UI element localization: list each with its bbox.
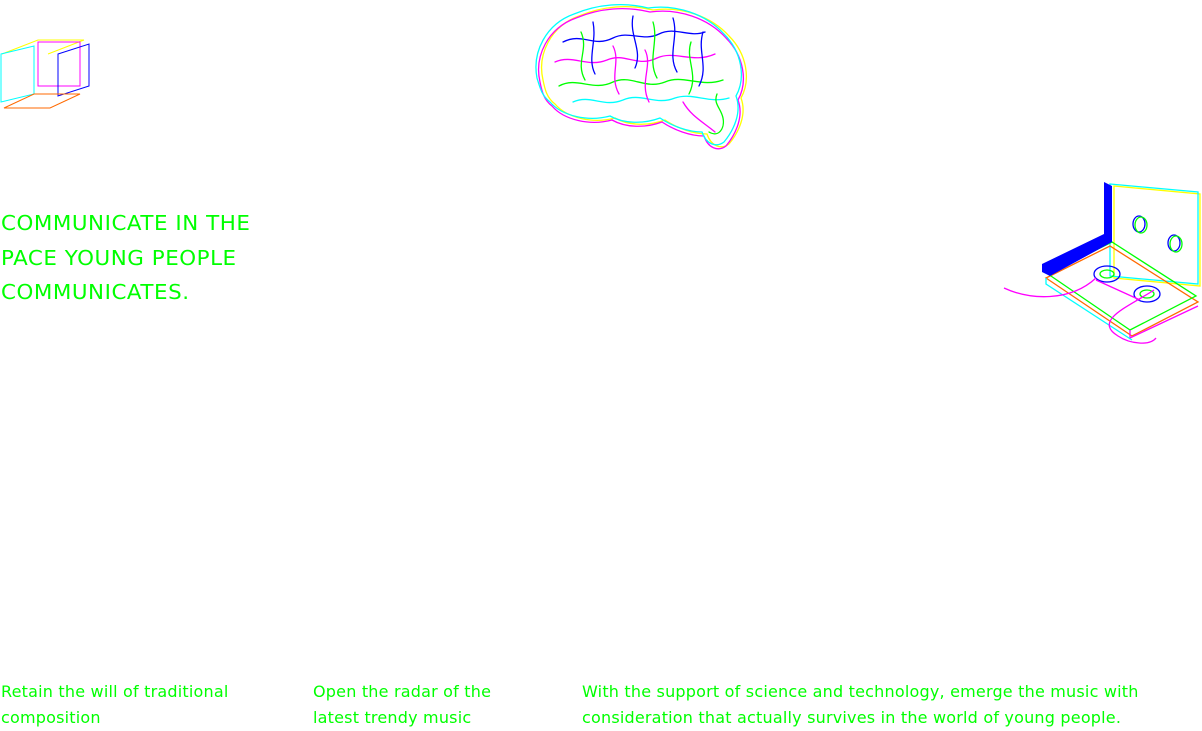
feature-caption-line: composition <box>1 708 101 727</box>
feature-caption-line: Retain the will of traditional <box>1 682 229 701</box>
feature-caption-traditional-composition: Retain the will of traditional compositi… <box>1 679 229 731</box>
brain-illustration <box>535 4 747 150</box>
headline-line-3: COMMUNICATES. <box>1 280 190 304</box>
feature-caption-line: Open the radar of the <box>313 682 492 701</box>
headline: COMMUNICATE IN THE PACE YOUNG PEOPLE COM… <box>1 206 301 310</box>
feature-caption-line: latest trendy music <box>313 708 472 727</box>
cassette-tape-illustration <box>1003 182 1201 344</box>
feature-caption-line: With the support of science and technolo… <box>582 682 1139 701</box>
feature-caption-trendy-music: Open the radar of the latest trendy musi… <box>313 679 491 731</box>
feature-caption-science-technology: With the support of science and technolo… <box>582 679 1139 731</box>
feature-caption-line: consideration that actually survives in … <box>582 708 1122 727</box>
wireframe-cube-icon <box>0 39 90 109</box>
headline-line-1: COMMUNICATE IN THE <box>1 211 251 235</box>
headline-line-2: PACE YOUNG PEOPLE <box>1 245 237 270</box>
